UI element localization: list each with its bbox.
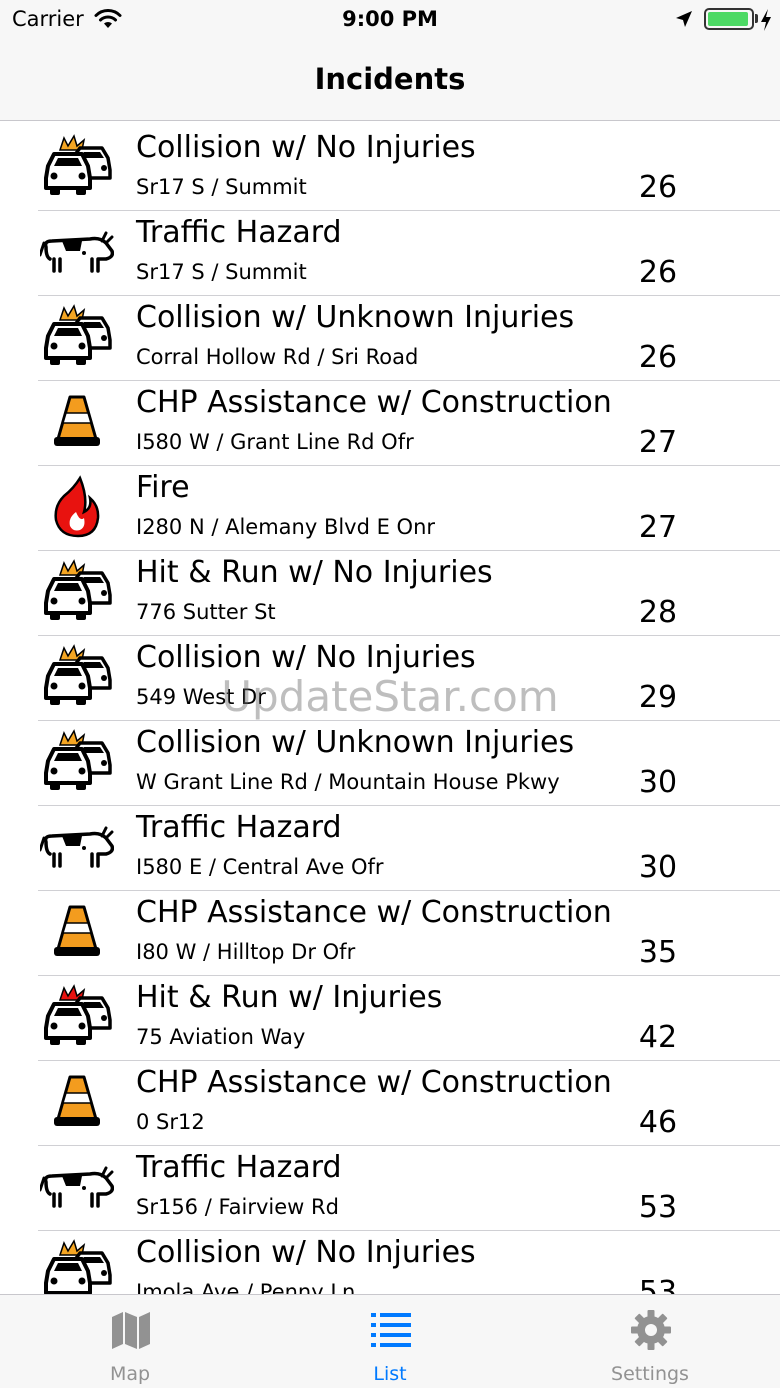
collision-icon [44,644,112,705]
incident-location: 0 Sr12 [136,1110,205,1134]
incident-location: I280 N / Alemany Blvd E Onr [136,515,436,539]
incident-row[interactable]: Collision w/ Unknown Injuries Corral Holl… [38,296,780,381]
incident-row[interactable]: Traffic Hazard I580 E / Central Ave Ofr 30 [38,806,780,891]
incident-distance: 35 [638,935,678,970]
incident-location: Sr17 S / Summit [136,260,307,284]
incident-title: Fire [136,470,190,505]
list-icon [371,1313,411,1347]
incident-location: Sr156 / Fairview Rd [136,1195,339,1219]
incident-title: Collision w/ No Injuries [136,1235,476,1270]
incident-distance: 29 [638,680,678,715]
incident-location: 776 Sutter St [136,600,276,624]
collision-icon [44,1239,112,1294]
incident-row[interactable]: Collision w/ No Injuries Imola Ave / Penn… [38,1231,780,1294]
tab-label: Settings [611,1363,689,1385]
incident-distance: 53 [638,1190,678,1225]
tab-label: Map [109,1363,151,1385]
traffic-cone-icon [54,905,100,956]
traffic-hazard-icon [40,231,114,273]
incident-distance: 53 [638,1275,678,1294]
incident-location: Sr17 S / Summit [136,175,307,199]
fire-icon [54,475,100,538]
incident-distance: 46 [638,1105,678,1140]
incident-location: I580 W / Grant Line Rd Ofr [136,430,414,454]
incident-title: Collision w/ Unknown Injuries [136,725,575,760]
incident-distance: 27 [638,425,678,460]
navigation-bar: Incidents [0,40,780,121]
collision-icon [44,304,112,365]
incident-location: 549 West Dr [136,685,266,709]
incident-title: Collision w/ No Injuries [136,130,476,165]
incident-location: W Grant Line Rd / Mountain House Pkwy [136,770,560,794]
tab-list[interactable]: List [290,1295,490,1388]
collision-icon [44,729,112,790]
incident-distance: 27 [638,510,678,545]
incident-title: Collision w/ Unknown Injuries [136,300,575,335]
incident-distance: 30 [638,765,678,800]
tab-map[interactable]: Map [30,1295,230,1388]
incident-distance: 26 [638,340,678,375]
incident-title: Collision w/ No Injuries [136,640,476,675]
location-arrow-icon [676,11,692,27]
incident-row[interactable]: CHP Assistance w/ Construction I580 W / G… [38,381,780,466]
incident-distance: 26 [638,170,678,205]
traffic-hazard-icon [40,1166,114,1208]
incident-row[interactable]: Hit & Run w/ No Injuries 776 Sutter St 28 [38,551,780,636]
incident-distance: 30 [638,850,678,885]
collision-icon [44,134,112,195]
incident-row[interactable]: Fire I280 N / Alemany Blvd E Onr 27 [38,466,780,551]
incident-location: Imola Ave / Penny Ln [136,1280,356,1294]
traffic-cone-icon [54,395,100,446]
incident-title: CHP Assistance w/ Construction [136,385,612,420]
incident-title: Traffic Hazard [136,810,342,845]
tab-bar: Map List Settings [0,1294,780,1388]
incident-row[interactable]: Hit & Run w/ Injuries 75 Aviation Way 42 [38,976,780,1061]
incident-title: CHP Assistance w/ Construction [136,895,612,930]
tab-label: List [373,1363,407,1385]
incident-location: I580 E / Central Ave Ofr [136,855,384,879]
incident-list[interactable]: Collision w/ No Injuries Sr17 S / Summit 2… [0,126,780,1294]
charging-bolt-icon [761,9,771,31]
incident-distance: 28 [638,595,678,630]
incident-row[interactable]: Traffic Hazard Sr17 S / Summit 26 [38,211,780,296]
incident-location: 75 Aviation Way [136,1025,306,1049]
incident-title: CHP Assistance w/ Construction [136,1065,612,1100]
status-bar: Carrier 9:00 PM [0,0,780,40]
gear-icon [631,1310,671,1350]
battery-icon [704,8,754,30]
incident-row[interactable]: Collision w/ Unknown Injuries W Grant Lin… [38,721,780,806]
incident-row[interactable]: Collision w/ No Injuries 549 West Dr 29 [38,636,780,721]
traffic-cone-icon [54,1075,100,1126]
incident-distance: 42 [638,1020,678,1055]
battery-level [708,12,748,26]
incident-title: Hit & Run w/ Injuries [136,980,443,1015]
incident-row[interactable]: CHP Assistance w/ Construction 0 Sr12 46 [38,1061,780,1146]
incident-title: Traffic Hazard [136,215,342,250]
page-title: Incidents [314,62,466,96]
incident-row[interactable]: Collision w/ No Injuries Sr17 S / Summit 2… [38,126,780,211]
traffic-hazard-icon [40,826,114,868]
battery-tip [755,14,758,23]
incident-distance: 26 [638,255,678,290]
incident-title: Traffic Hazard [136,1150,342,1185]
incident-location: Corral Hollow Rd / Sri Road [136,345,419,369]
incident-row[interactable]: Traffic Hazard Sr156 / Fairview Rd 53 [38,1146,780,1231]
incident-location: I80 W / Hilltop Dr Ofr [136,940,356,964]
clock: 9:00 PM [342,7,438,31]
collision-icon [44,559,112,620]
tab-settings[interactable]: Settings [550,1295,750,1388]
map-icon [112,1312,150,1349]
incident-title: Hit & Run w/ No Injuries [136,555,493,590]
collision-injury-icon [44,984,112,1045]
incident-row[interactable]: CHP Assistance w/ Construction I80 W / Hi… [38,891,780,976]
